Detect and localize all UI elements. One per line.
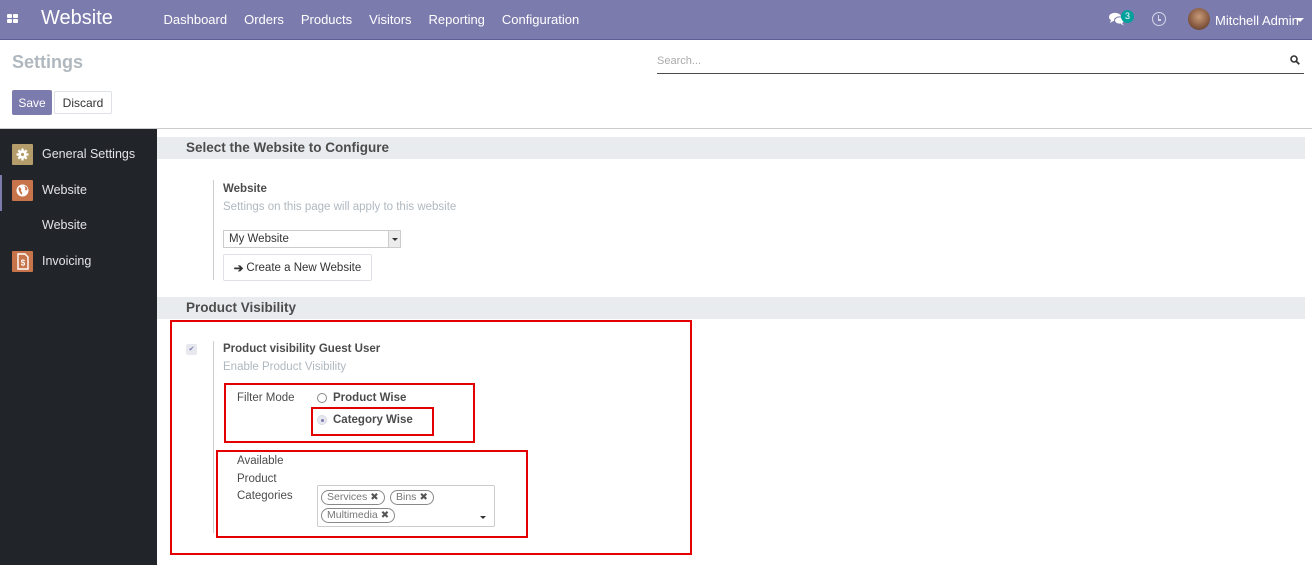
setting-title-website: Website [223,183,267,195]
app-brand[interactable]: Website [41,7,113,30]
section-heading-product-visibility: Product Visibility [157,297,1305,319]
apps-grid-icon[interactable] [7,14,18,23]
menu-configuration[interactable]: Configuration [493,0,587,40]
sidebar-item-general-settings[interactable]: General Settings [0,139,157,169]
svg-text:$: $ [21,258,26,267]
user-menu-name[interactable]: Mitchell Admin [1215,13,1299,28]
discard-button[interactable]: Discard [54,91,112,114]
website-select[interactable]: My Website [223,230,401,248]
categories-many2many-field[interactable]: Services ✖ Bins ✖ Multimedia ✖ [317,485,495,527]
chevron-down-icon[interactable] [1296,18,1304,22]
setting-divider [213,341,214,533]
sidebar-item-website[interactable]: Website [0,175,157,211]
setting-help-website: Settings on this page will apply to this… [223,201,457,213]
radio-product-wise[interactable] [317,393,327,403]
sidebar-item-invoicing[interactable]: $ Invoicing [0,246,157,276]
top-navbar: Website Dashboard Orders Products Visito… [0,0,1312,40]
remove-tag-icon[interactable]: ✖ [370,492,378,503]
invoice-icon: $ [12,250,33,272]
tag-label: Multimedia [327,509,378,521]
categories-label-line: Available [237,455,284,467]
menu-orders[interactable]: Orders [236,0,293,40]
product-visibility-checkbox[interactable]: ✔ [186,344,197,355]
section-heading-text: Product Visibility [186,300,297,315]
tag-label: Services [327,491,368,503]
menu-reporting[interactable]: Reporting [420,0,493,40]
categories-label-line: Product [237,473,277,485]
website-select-value: My Website [229,233,289,245]
category-tag: Multimedia ✖ [321,508,396,523]
user-avatar[interactable] [1188,8,1210,30]
radio-label-category-wise[interactable]: Category Wise [333,414,413,426]
tag-label: Bins [396,491,417,503]
messages-count-badge: 3 [1121,10,1134,23]
setting-help-product-visibility: Enable Product Visibility [223,361,347,373]
create-button-label: Create a New Website [246,261,362,274]
section-heading-text: Select the Website to Configure [186,140,390,155]
remove-tag-icon[interactable]: ✖ [419,492,427,503]
save-button[interactable]: Save [12,90,52,115]
sidebar-item-label: Website [42,218,87,232]
search-input[interactable] [657,50,1277,72]
radio-category-wise[interactable] [317,415,327,425]
filter-mode-label: Filter Mode [237,392,295,404]
create-new-website-button[interactable]: ➔ Create a New Website [223,254,372,281]
divider [0,128,1312,129]
category-tag: Services ✖ [321,490,385,505]
arrow-right-icon: ➔ [233,262,244,275]
search-icon[interactable] [1290,55,1300,65]
page-title: Settings [12,52,84,72]
globe-icon [12,179,33,201]
sidebar-subitem-website[interactable]: Website [0,210,157,240]
setting-title-product-visibility: Product visibility Guest User [223,343,381,355]
chevron-down-icon[interactable] [480,516,486,519]
settings-sidebar: General Settings Website Website $ Invoi… [0,129,157,565]
menu-products[interactable]: Products [292,0,360,40]
search-bar [657,50,1304,74]
main-menu: Dashboard Orders Products Visitors Repor… [155,0,588,40]
section-heading-select-website: Select the Website to Configure [157,137,1305,159]
setting-divider [213,180,214,280]
clock-icon[interactable] [1152,12,1166,26]
sidebar-item-label: Website [42,183,87,197]
category-tag: Bins ✖ [390,490,434,505]
sidebar-item-label: General Settings [42,147,136,161]
menu-visitors[interactable]: Visitors [361,0,420,40]
gear-icon [12,143,33,165]
menu-dashboard[interactable]: Dashboard [155,0,236,40]
categories-label-line: Categories [237,490,293,502]
remove-tag-icon[interactable]: ✖ [381,510,389,521]
radio-label-product-wise[interactable]: Product Wise [333,392,406,404]
chevron-down-icon[interactable] [388,231,400,247]
sidebar-item-label: Invoicing [42,254,92,268]
